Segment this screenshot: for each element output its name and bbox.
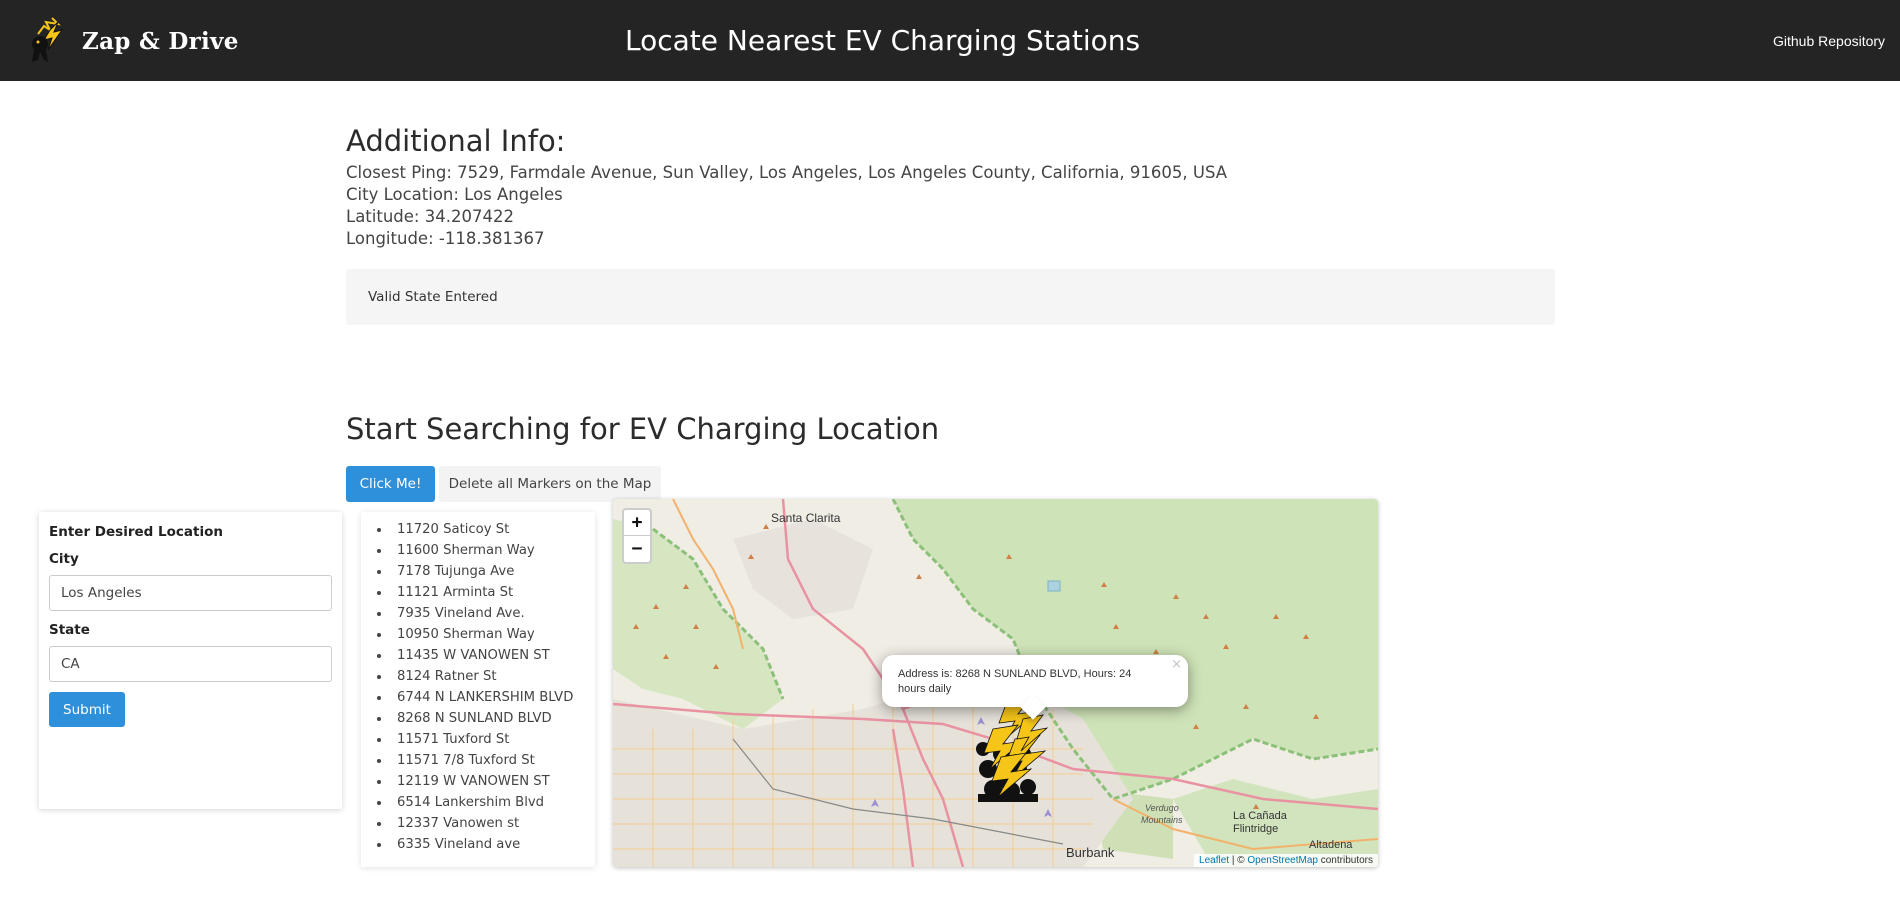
popup-close-icon[interactable]: × — [1171, 657, 1182, 672]
additional-info-section: Additional Info: Closest Ping: 7529, Far… — [346, 124, 1227, 250]
click-me-button[interactable]: Click Me! — [346, 466, 435, 502]
search-heading: Start Searching for EV Charging Location — [346, 412, 940, 446]
map[interactable]: Santa Clarita Verdugo Mountains La Cañad… — [613, 499, 1378, 867]
closest-ping-text: Closest Ping: 7529, Farmdale Avenue, Sun… — [346, 163, 1228, 182]
marker-popup: Address is: 8268 N SUNLAND BLVD, Hours: … — [882, 655, 1188, 720]
city-label: City — [49, 551, 79, 567]
address-list-item: 8124 Ratner St — [391, 666, 595, 687]
navbar: Zap & Drive Locate Nearest EV Charging S… — [0, 0, 1900, 81]
address-list: 11720 Saticoy St11600 Sherman Way7178 Tu… — [391, 519, 595, 855]
address-list-item: 12337 Vanowen st — [391, 813, 595, 834]
openstreetmap-link[interactable]: OpenStreetMap — [1247, 855, 1318, 866]
map-label-flintridge: Flintridge — [1233, 823, 1279, 835]
popup-text: Address is: 8268 N SUNLAND BLVD, Hours: … — [898, 668, 1132, 695]
location-form-card: Enter Desired Location City State Submit — [39, 512, 342, 809]
form-title: Enter Desired Location — [49, 524, 223, 540]
address-list-item: 11571 Tuxford St — [391, 729, 595, 750]
address-list-item: 8268 N SUNLAND BLVD — [391, 708, 595, 729]
longitude-text: Longitude: -118.381367 — [346, 229, 545, 248]
map-attribution: Leaflet | © OpenStreetMap contributors — [1194, 854, 1378, 867]
status-message: Valid State Entered — [368, 289, 498, 305]
brand-link[interactable]: Zap & Drive — [28, 16, 239, 66]
additional-info-heading: Additional Info: — [346, 124, 566, 158]
latitude-text: Latitude: 34.207422 — [346, 207, 514, 226]
address-list-item: 12119 W VANOWEN ST — [391, 771, 595, 792]
address-list-item: 7178 Tujunga Ave — [391, 561, 595, 582]
state-input[interactable] — [49, 646, 332, 682]
address-list-item: 11435 W VANOWEN ST — [391, 645, 595, 666]
city-location-text: City Location: Los Angeles — [346, 185, 563, 204]
map-label-verdugo: Verdugo — [1145, 803, 1179, 813]
city-input[interactable] — [49, 575, 332, 611]
address-list-item: 7935 Vineland Ave. — [391, 603, 595, 624]
state-label: State — [49, 622, 90, 638]
map-label-burbank: Burbank — [1066, 845, 1115, 860]
address-list-item: 11720 Saticoy St — [391, 519, 595, 540]
lightning-bolt-logo-icon — [32, 17, 64, 62]
address-list-card: 11720 Saticoy St11600 Sherman Way7178 Tu… — [361, 512, 595, 867]
attribution-suffix: contributors — [1317, 855, 1373, 866]
address-list-item: 6514 Lankershim Blvd — [391, 792, 595, 813]
zoom-control: + − — [622, 508, 652, 564]
status-alert: Valid State Entered — [346, 269, 1555, 325]
address-list-item: 6335 Vineland ave — [391, 834, 595, 855]
github-repository-link[interactable]: Github Repository — [1773, 33, 1900, 49]
page-title: Locate Nearest EV Charging Stations — [625, 24, 1141, 57]
address-list-item: 11600 Sherman Way — [391, 540, 595, 561]
address-list-item: 11571 7/8 Tuxford St — [391, 750, 595, 771]
zoom-in-button[interactable]: + — [624, 510, 650, 536]
address-list-item: 10950 Sherman Way — [391, 624, 595, 645]
submit-button[interactable]: Submit — [49, 692, 125, 727]
address-list-item: 6744 N LANKERSHIM BLVD — [391, 687, 595, 708]
brand-name: Zap & Drive — [82, 27, 239, 55]
map-label-la-canada: La Cañada — [1233, 810, 1287, 822]
map-label-santa-clarita: Santa Clarita — [771, 511, 841, 525]
map-label-altadena: Altadena — [1309, 839, 1353, 851]
attribution-separator: | © — [1229, 855, 1248, 866]
address-list-item: 11121 Arminta St — [391, 582, 595, 603]
leaflet-link[interactable]: Leaflet — [1199, 855, 1229, 866]
delete-markers-button[interactable]: Delete all Markers on the Map — [439, 466, 661, 502]
map-label-mountains: Mountains — [1141, 815, 1183, 825]
zoom-out-button[interactable]: − — [624, 536, 650, 562]
